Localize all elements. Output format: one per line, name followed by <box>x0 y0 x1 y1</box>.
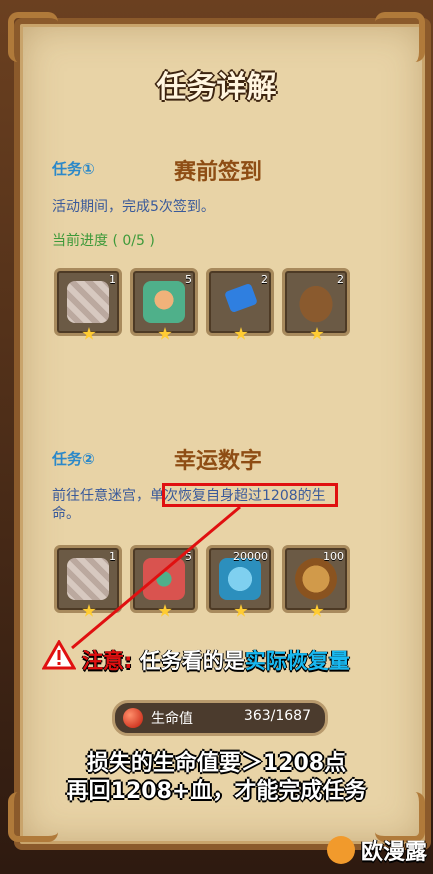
health-potion-icon <box>123 708 143 728</box>
warning-text: 注意: 任务看的是实际恢复量 <box>82 645 350 675</box>
hp-value: 363/1687 <box>243 708 311 724</box>
footer-line2: 再回1208+血，才能完成任务 <box>66 779 367 804</box>
warning-middle: 任务看的是 <box>139 649 245 673</box>
warning-highlight: 实际恢复量 <box>244 649 350 673</box>
hp-bar: 生命值 363/1687 <box>112 700 328 736</box>
watermark-logo-icon <box>327 836 355 864</box>
warning-icon <box>42 640 76 670</box>
warning-prefix: 注意: <box>82 649 133 673</box>
watermark-text: 欧漫露 <box>360 840 427 865</box>
annotation-arrow <box>71 505 241 650</box>
hp-label: 生命值 <box>151 711 193 727</box>
